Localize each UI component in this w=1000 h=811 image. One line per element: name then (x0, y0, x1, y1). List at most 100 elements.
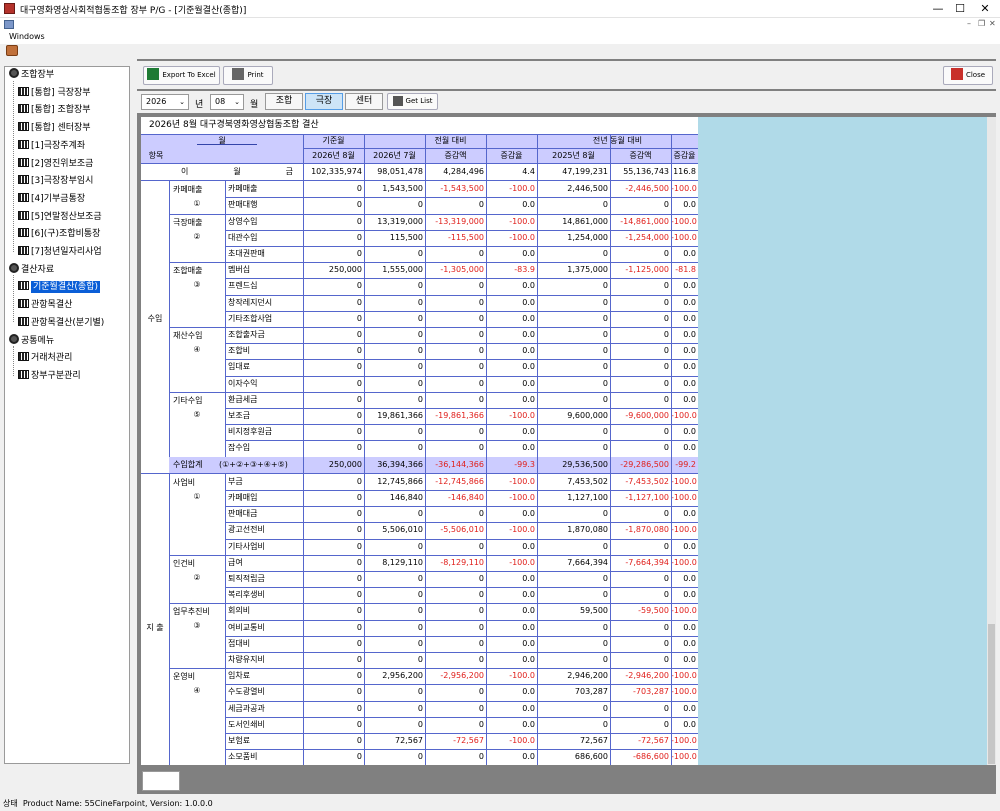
tree-item[interactable]: [6](구)조합비통장 (18, 226, 100, 242)
row-label: 환급세금 (228, 394, 258, 404)
close-button[interactable]: Close (943, 66, 993, 85)
tree-item-label: [6](구)조합비통장 (31, 229, 101, 240)
tree-item[interactable]: [4]기부금통장 (18, 191, 85, 207)
child-close-icon[interactable]: ✕ (989, 19, 996, 28)
value-cell: 0 (356, 638, 362, 648)
value-cell: 0 (356, 378, 362, 388)
value-cell: -100.0 (671, 606, 697, 616)
value-cell: 0 (602, 703, 608, 713)
tree-item[interactable]: [3]극장장부임시 (18, 173, 93, 189)
tree-item[interactable]: [7]청년일자리사업 (18, 244, 102, 260)
value-cell: 0.0 (683, 427, 696, 437)
tree-item[interactable]: 관항목결산(분기별) (18, 315, 104, 331)
tree-item[interactable]: 거래처관리 (18, 350, 72, 366)
tab-theater[interactable]: 극장 (305, 93, 343, 110)
row-label: 조합비 (228, 346, 251, 356)
export-label: Export To Excel (162, 71, 216, 79)
value-cell: 0 (478, 378, 484, 388)
value-cell: 0 (663, 509, 669, 519)
tree-item[interactable]: 장부구분관리 (18, 368, 81, 384)
value-cell: -1,254,000 (625, 232, 669, 242)
tree-root[interactable]: 조합장부 (9, 67, 54, 83)
value-cell: 0.0 (683, 281, 696, 291)
tree-root[interactable]: 결산자료 (9, 262, 54, 278)
row-label: 여비교통비 (228, 622, 265, 632)
tree-item[interactable]: [2]영진위보조금 (18, 156, 93, 172)
value-cell: 0 (663, 378, 669, 388)
value-cell: 0 (478, 719, 484, 729)
tree-item[interactable]: [5]연말정산보조금 (18, 209, 102, 225)
value-cell: -100.0 (509, 476, 535, 486)
group-line (169, 327, 225, 328)
value-cell: 0 (602, 427, 608, 437)
group-line (169, 391, 225, 393)
value-cell: 0 (602, 297, 608, 307)
value-cell: -100.0 (671, 752, 697, 762)
value-cell: -14,861,000 (620, 216, 669, 226)
tree-item[interactable]: 기준월결산(종합) (18, 279, 100, 295)
value-cell: 98,051,478 (377, 167, 423, 176)
child-minimize-icon[interactable]: – (967, 19, 971, 28)
value-cell: 0 (663, 655, 669, 664)
value-cell: -81.8 (675, 265, 696, 275)
tree-item-label: [통합] 센터장부 (31, 123, 91, 134)
row-label: 퇴직적립금 (228, 574, 265, 583)
value-cell: 0.0 (683, 541, 696, 551)
value-cell: 1,127,100 (567, 493, 608, 502)
month-unit-label: 월 (250, 100, 259, 110)
close-window-button[interactable]: ✕ (965, 0, 1000, 18)
vertical-scrollbar[interactable] (987, 117, 996, 765)
value-cell: 59,500 (580, 606, 608, 616)
tab-union[interactable]: 조합 (265, 93, 303, 110)
value-cell: -1,870,080 (625, 525, 669, 535)
value-cell: 0.0 (522, 346, 535, 356)
child-window-icon (4, 20, 14, 29)
menu-windows[interactable]: Windows (9, 32, 45, 41)
row-label: 임차료 (228, 671, 251, 681)
value-cell: 72,567 (580, 736, 608, 745)
value-cell: 72,567 (395, 736, 423, 745)
header-prev: 전월 대비 (364, 134, 537, 148)
value-cell: 0.0 (683, 378, 696, 388)
value-cell: 0.0 (683, 330, 696, 339)
value-cell: 0 (602, 313, 608, 323)
tree-root-label: 조합장부 (21, 70, 55, 80)
tree-root[interactable]: 공통메뉴 (9, 333, 54, 349)
child-restore-icon[interactable]: ❐ (978, 19, 985, 28)
group-num: ⑤ (193, 409, 201, 419)
group-label: 카페매출 (173, 185, 203, 195)
tree-item[interactable]: [통합] 조합장부 (18, 102, 91, 118)
row-label: 조합출자금 (228, 330, 265, 339)
value-cell: -1,305,000 (440, 265, 484, 275)
tree-item[interactable]: 관항목결산 (18, 297, 72, 313)
film-icon (18, 86, 29, 96)
main-content: Export To Excel Print Close 2026 ⌄ 년 08 ⌄ … (137, 59, 996, 794)
value-cell: 4.4 (522, 167, 535, 176)
tree-item[interactable]: [통합] 극장장부 (18, 85, 91, 101)
tree-item[interactable]: [통합] 센터장부 (18, 120, 91, 136)
film-icon (18, 316, 29, 326)
value-cell: 0.0 (522, 703, 535, 713)
toolbar-app-icon[interactable] (6, 45, 18, 56)
month-select[interactable]: 08 ⌄ (210, 94, 244, 110)
film-icon (18, 228, 29, 238)
export-excel-button[interactable]: Export To Excel (143, 66, 220, 85)
print-button[interactable]: Print (223, 66, 273, 85)
title-bar: 대구영화영상사회적협동조합 장부 P/G - [기준월결산(종합)] — ☐ ✕ (0, 0, 1000, 18)
tree-item-label: 관항목결산(분기별) (31, 317, 105, 328)
tab-center[interactable]: 센터 (345, 93, 383, 110)
close-icon (950, 68, 963, 80)
tree-item[interactable]: [1]극장주계좌 (18, 138, 85, 154)
value-cell: 0 (602, 394, 608, 404)
value-cell: 5,506,010 (382, 525, 423, 535)
film-icon (18, 192, 29, 202)
scroll-thumb[interactable] (988, 624, 995, 764)
value-cell: 19,861,366 (377, 411, 423, 420)
get-list-button[interactable]: Get List (387, 93, 438, 110)
film-icon (18, 210, 29, 220)
value-cell: 0.0 (522, 362, 535, 372)
value-cell: 4,284,496 (443, 167, 484, 176)
value-cell: 0 (663, 200, 669, 210)
year-select[interactable]: 2026 ⌄ (141, 94, 189, 110)
value-cell: 0.0 (522, 590, 535, 600)
